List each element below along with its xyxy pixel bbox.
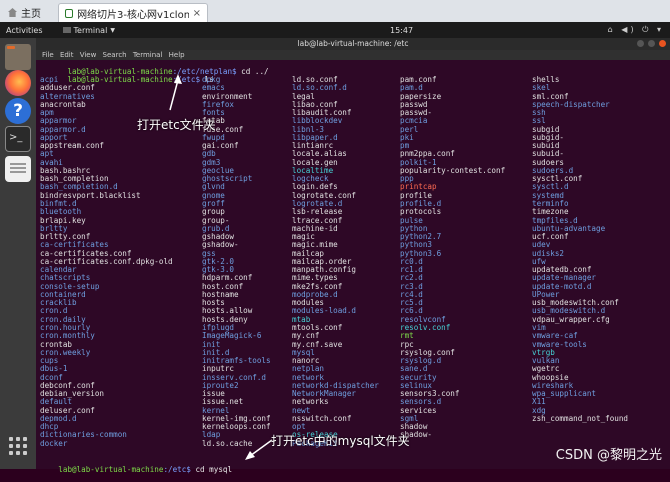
activities-button[interactable]: Activities (6, 26, 43, 35)
chevron-down-icon: ▼ (110, 26, 115, 34)
prompt-user: lab@lab-virtual-machine (58, 465, 164, 474)
ls-entry: perl (400, 124, 419, 134)
prompt-command: cd mysql (190, 465, 233, 474)
ls-entry: vdpau_wrapper.cfg (532, 314, 610, 324)
ls-entry: pki (400, 132, 414, 142)
dock: ? >_ (0, 38, 36, 469)
ls-entry: X11 (532, 397, 546, 407)
clock[interactable]: 15:47 (390, 26, 413, 35)
ls-entry: depmod.d (40, 413, 77, 423)
close-icon[interactable] (659, 40, 666, 47)
prompt-line: lab@lab-virtual-machine:/etc$ cd mysql (40, 458, 232, 482)
annotation-open-etc: 打开etc文件夹 (137, 118, 216, 132)
ls-entry: zsh_command_not_found (532, 413, 629, 423)
annotation-open-mysql: 打开etc中的mysql文件夹 (271, 434, 410, 448)
ls-entry: resolv.conf (400, 322, 451, 332)
watermark: CSDN @黎明之光 (555, 448, 662, 463)
files-icon[interactable] (5, 44, 31, 70)
ls-entry: rmt (400, 331, 414, 341)
maximize-icon[interactable] (648, 40, 655, 47)
annotation-arrow-up (169, 74, 182, 111)
gnome-top-bar: Activities Terminal ▼ 15:47 ⌂ ◀) ⏻ ▾ (0, 22, 670, 38)
ls-entry: wpa_supplicant (532, 389, 597, 399)
terminal-output[interactable]: lab@lab-virtual-machine:/etc/netplan$ cd… (40, 60, 666, 468)
ls-entry: speech-dispatcher (532, 99, 610, 109)
ls-column: ld.so.conf ld.so.conf.d legal libao.conf lib… (292, 75, 379, 448)
prompt-path: :/etc$ (163, 465, 191, 474)
ls-entry: udisks2 (532, 248, 565, 258)
vm-tab-home-label: 主页 (21, 9, 41, 20)
ls-entry: shadow- (400, 430, 433, 440)
ls-listing: acpi adduser.conf alternatives anacrontab ap… (40, 75, 666, 468)
prompt-command: cd ../ (236, 67, 269, 76)
text-editor-icon[interactable] (5, 156, 31, 182)
minimize-icon[interactable] (637, 40, 644, 47)
show-applications-icon[interactable] (8, 436, 28, 456)
firefox-icon[interactable] (5, 70, 31, 96)
ls-entry: cron.weekly (40, 347, 91, 357)
ls-entry: anacrontab (40, 99, 86, 109)
vm-tab-active[interactable]: 网络切片3-核心网v1clone... × (58, 3, 208, 22)
terminal-titlebar[interactable]: lab@lab-virtual-machine: /etc (36, 38, 670, 50)
terminal-title: lab@lab-virtual-machine: /etc (297, 39, 409, 48)
ls-column: shells skel sml.conf speech-dispatcher ssh ss… (532, 75, 629, 423)
home-icon (8, 8, 17, 17)
app-menu[interactable]: Terminal ▼ (62, 25, 115, 35)
ls-entry: ssh (532, 108, 546, 118)
terminal-menubar[interactable]: File Edit View Search Terminal Help (36, 50, 670, 60)
close-icon[interactable]: × (193, 8, 201, 19)
vm-tab-active-label: 网络切片3-核心网v1clone... (77, 9, 189, 21)
vm-icon (65, 8, 74, 18)
help-icon[interactable]: ? (5, 98, 31, 124)
app-menu-label: Terminal (73, 25, 108, 35)
ls-entry: popularity-contest.conf (400, 165, 506, 175)
system-menu-icons[interactable]: ⌂ ◀) ⏻ ▾ (608, 25, 664, 35)
ls-entry: appstream.conf (40, 141, 105, 151)
ls-column: pam.conf pam.d papersize passwd passwd-pcmci… (400, 75, 506, 440)
terminal-icon[interactable]: >_ (5, 126, 31, 152)
vm-tab-strip: 主页 网络切片3-核心网v1clone... × (0, 0, 670, 23)
vm-tab-home[interactable]: 主页 (2, 3, 54, 22)
ls-entry: docker (40, 438, 68, 448)
terminal-window[interactable]: lab@lab-virtual-machine: /etc File Edit … (36, 38, 670, 474)
terminal-small-icon (62, 27, 71, 33)
